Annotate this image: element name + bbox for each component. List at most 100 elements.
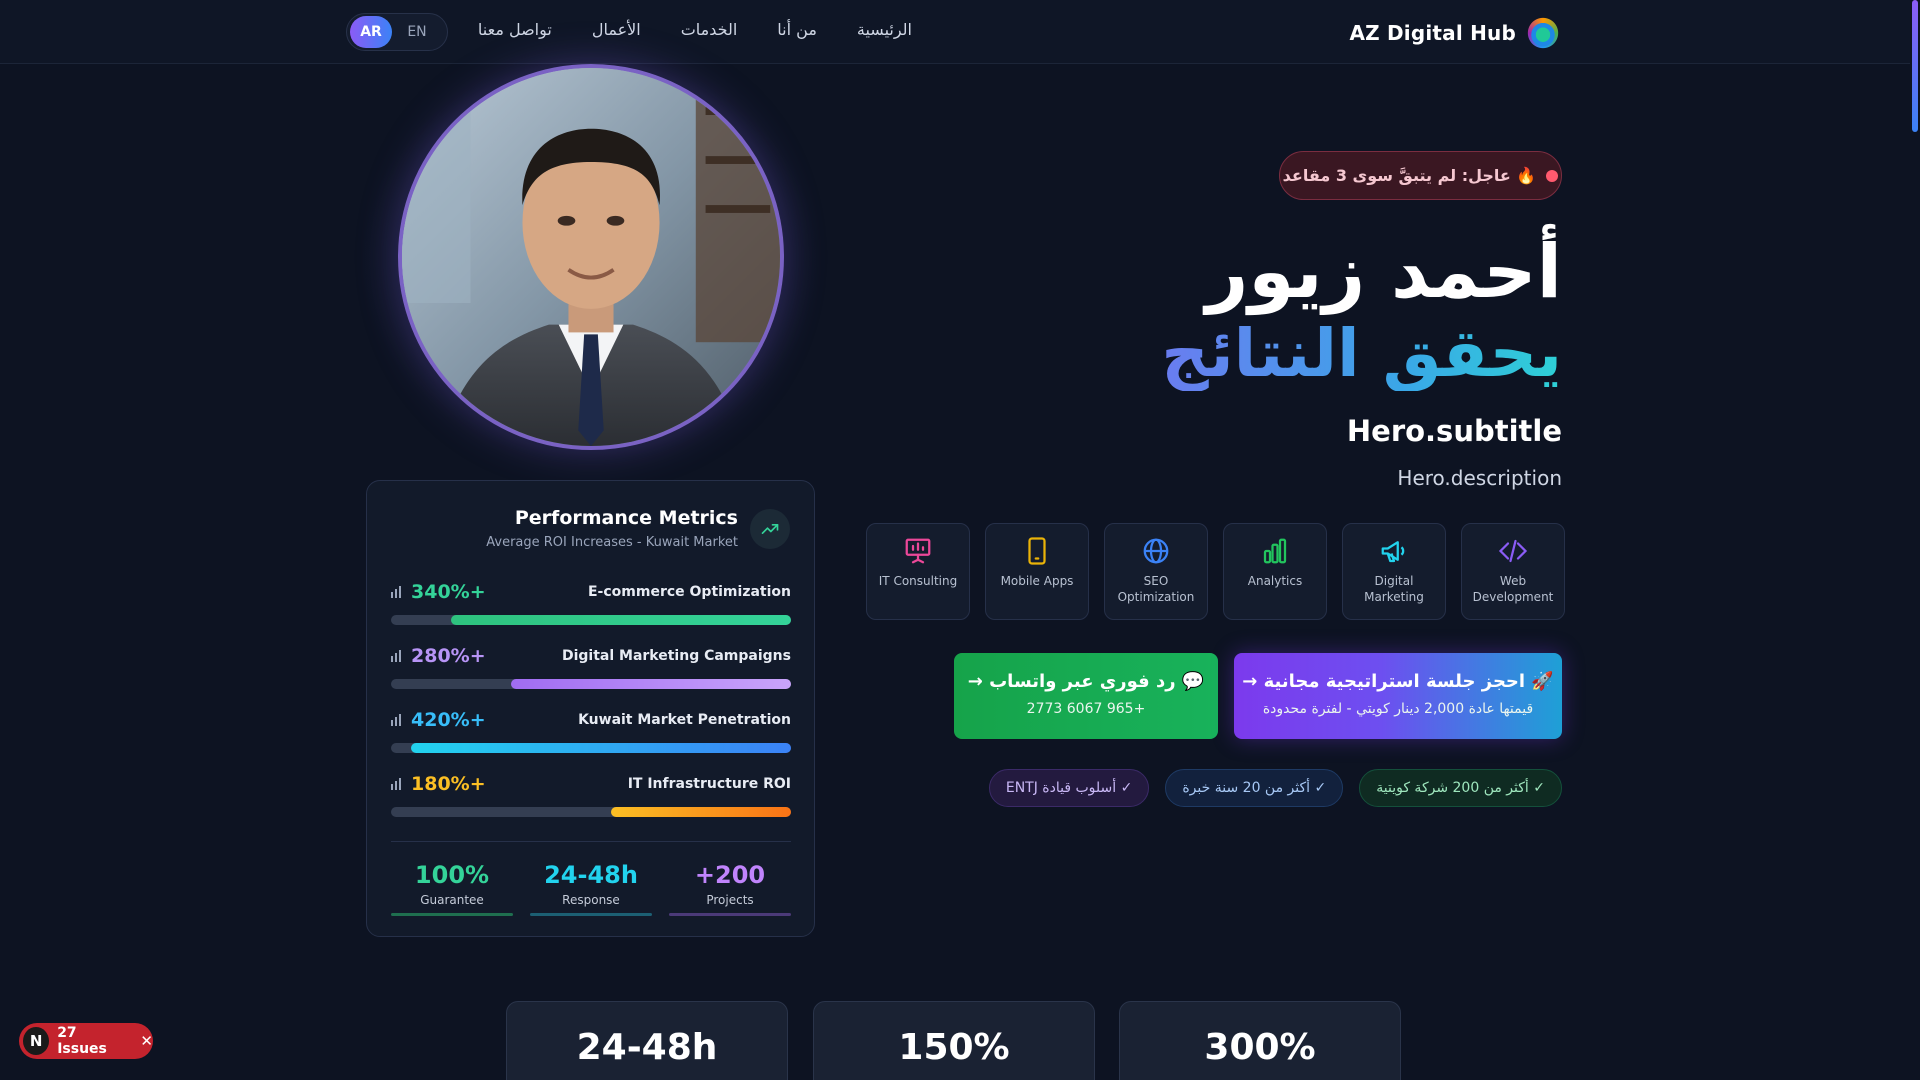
service-mobile-apps[interactable]: Mobile Apps xyxy=(985,523,1089,620)
presentation-icon xyxy=(905,538,931,564)
metric-label: E-commerce Optimization xyxy=(587,584,791,600)
badge-companies: ✓ أكثر من 200 شركة كويتية xyxy=(1359,769,1562,807)
metric-progress-track xyxy=(391,807,791,817)
bar-chart-icon xyxy=(1263,538,1287,564)
globe-icon xyxy=(1143,538,1169,564)
stat-value: +200 xyxy=(694,861,766,889)
hero-subtitle: Hero.subtitle xyxy=(1346,414,1562,448)
metric-progress-fill xyxy=(411,743,791,753)
nav-link[interactable]: الرئيسية xyxy=(857,20,912,39)
bottom-stat-value: 150% xyxy=(898,1027,1010,1068)
metric-label: Digital Marketing Campaigns xyxy=(561,648,791,664)
urgency-text: 🔥 عاجل: لم يتبقَّ سوى 3 مقاعد xyxy=(1282,166,1537,185)
dev-issues-badge[interactable]: N 27 Issues ✕ xyxy=(19,1023,153,1059)
performance-title: Performance Metrics xyxy=(514,507,738,529)
nav-link[interactable]: الأعمال xyxy=(592,20,641,39)
navbar: AZ Digital Hub الرئيسية من أنا الخدمات الأع… xyxy=(0,0,1920,64)
brand-name: AZ Digital Hub xyxy=(1349,21,1516,45)
code-icon xyxy=(1498,539,1528,563)
signal-bars-icon xyxy=(391,778,401,790)
scrollbar[interactable] xyxy=(1910,0,1920,1080)
metric-value: 420%+ xyxy=(411,709,486,731)
brand[interactable]: AZ Digital Hub xyxy=(1349,16,1560,50)
lang-en-button[interactable]: EN xyxy=(392,24,442,40)
issues-count: 27 Issues xyxy=(57,1025,107,1057)
performance-metrics-card: Performance Metrics Average ROI Increase… xyxy=(366,480,815,937)
metric-progress-track xyxy=(391,743,791,753)
globe-logo-icon xyxy=(1526,16,1560,50)
hero-tagline: يحقق النتائج xyxy=(1161,315,1562,392)
trending-up-icon xyxy=(750,509,790,549)
nav-link[interactable]: من أنا xyxy=(777,20,817,39)
stat-guarantee: 100% Guarantee xyxy=(391,861,513,916)
book-strategy-session-button[interactable]: 🚀 احجز جلسة استراتيجية مجانية → قيمتها ع… xyxy=(1234,653,1562,739)
metric-value: 180%+ xyxy=(411,773,486,795)
performance-header: Performance Metrics Average ROI Increase… xyxy=(486,507,738,550)
service-seo[interactable]: SEO Optimization xyxy=(1104,523,1208,620)
metric-progress-track xyxy=(391,679,791,689)
metric-row: 420%+ Kuwait Market Penetration xyxy=(391,707,791,757)
megaphone-icon xyxy=(1381,541,1405,563)
metric-progress-track xyxy=(391,615,791,625)
book-cta-subtitle: قيمتها عادة 2,000 دينار كويتي - لفترة مح… xyxy=(1262,701,1534,717)
portrait-illustration xyxy=(402,68,780,446)
signal-bars-icon xyxy=(391,714,401,726)
hero-name: أحمد زيور xyxy=(1205,229,1562,315)
stat-label: Projects xyxy=(706,893,754,907)
whatsapp-phone: +965 6067 2773 xyxy=(1026,701,1146,717)
service-web-development[interactable]: Web Development xyxy=(1461,523,1565,620)
stat-projects: +200 Projects xyxy=(669,861,791,916)
services-grid: IT Consulting Mobile Apps SEO Optimizati… xyxy=(866,523,1565,620)
whatsapp-cta-title: 💬 رد فوري عبر واتساب → xyxy=(967,671,1205,692)
service-label: Analytics xyxy=(1247,574,1303,588)
close-icon[interactable]: ✕ xyxy=(140,1032,153,1050)
service-label: Web Development xyxy=(1472,574,1554,604)
smartphone-icon xyxy=(1028,537,1046,565)
nextjs-logo-icon: N xyxy=(23,1027,50,1055)
metric-progress-fill xyxy=(611,807,791,817)
whatsapp-cta-button[interactable]: 💬 رد فوري عبر واتساب → +965 6067 2773 xyxy=(954,653,1218,739)
trust-badges: ✓ أكثر من 200 شركة كويتية ✓ أكثر من 20 س… xyxy=(988,769,1562,807)
service-label: IT Consulting xyxy=(878,574,958,588)
metric-value: 340%+ xyxy=(411,581,486,603)
service-label: Mobile Apps xyxy=(1000,574,1074,588)
bottom-stat-value: 300% xyxy=(1204,1027,1316,1068)
nav-link[interactable]: تواصل معنا xyxy=(478,20,552,39)
bottom-stat-card: 300% xyxy=(1119,1001,1401,1080)
metric-row: 340%+ E-commerce Optimization xyxy=(391,579,791,629)
metric-row: 180%+ IT Infrastructure ROI xyxy=(391,771,791,821)
stat-underline xyxy=(530,913,652,916)
service-label: SEO Optimization xyxy=(1117,574,1195,604)
badge-experience: ✓ أكثر من 20 سنة خبرة xyxy=(1165,769,1344,807)
stat-value: 24-48h xyxy=(544,861,638,889)
metric-value: 280%+ xyxy=(411,645,486,667)
signal-bars-icon xyxy=(391,586,401,598)
metric-label: Kuwait Market Penetration xyxy=(578,712,791,728)
stat-response: 24-48h Response xyxy=(530,861,652,916)
scrollbar-thumb[interactable] xyxy=(1912,0,1918,132)
bottom-stat-card: 24-48h xyxy=(506,1001,788,1080)
hero-description: Hero.description xyxy=(1397,466,1562,490)
metric-progress-fill xyxy=(451,615,791,625)
urgency-badge: 🔥 عاجل: لم يتبقَّ سوى 3 مقاعد xyxy=(1279,151,1562,200)
stat-underline xyxy=(391,913,513,916)
nav-link[interactable]: الخدمات xyxy=(681,20,738,39)
badge-leadership: ✓ أسلوب قيادة ENTJ xyxy=(988,769,1150,807)
book-cta-title: 🚀 احجز جلسة استراتيجية مجانية → xyxy=(1242,671,1554,692)
live-dot-icon xyxy=(1546,169,1559,182)
stat-underline xyxy=(669,913,791,916)
metric-label: IT Infrastructure ROI xyxy=(627,776,791,792)
divider xyxy=(391,841,791,842)
service-it-consulting[interactable]: IT Consulting xyxy=(866,523,970,620)
stat-label: Guarantee xyxy=(420,893,484,907)
service-label: Digital Marketing xyxy=(1364,574,1424,604)
performance-subtitle: Average ROI Increases - Kuwait Market xyxy=(486,535,738,550)
bottom-stat-value: 24-48h xyxy=(576,1027,718,1068)
stat-label: Response xyxy=(562,893,620,907)
nav-links: الرئيسية من أنا الخدمات الأعمال تواصل معنا xyxy=(478,20,912,39)
service-digital-marketing[interactable]: Digital Marketing xyxy=(1342,523,1446,620)
metric-row: 280%+ Digital Marketing Campaigns xyxy=(391,643,791,693)
bottom-stat-card: 150% xyxy=(813,1001,1095,1080)
signal-bars-icon xyxy=(391,650,401,662)
service-analytics[interactable]: Analytics xyxy=(1223,523,1327,620)
